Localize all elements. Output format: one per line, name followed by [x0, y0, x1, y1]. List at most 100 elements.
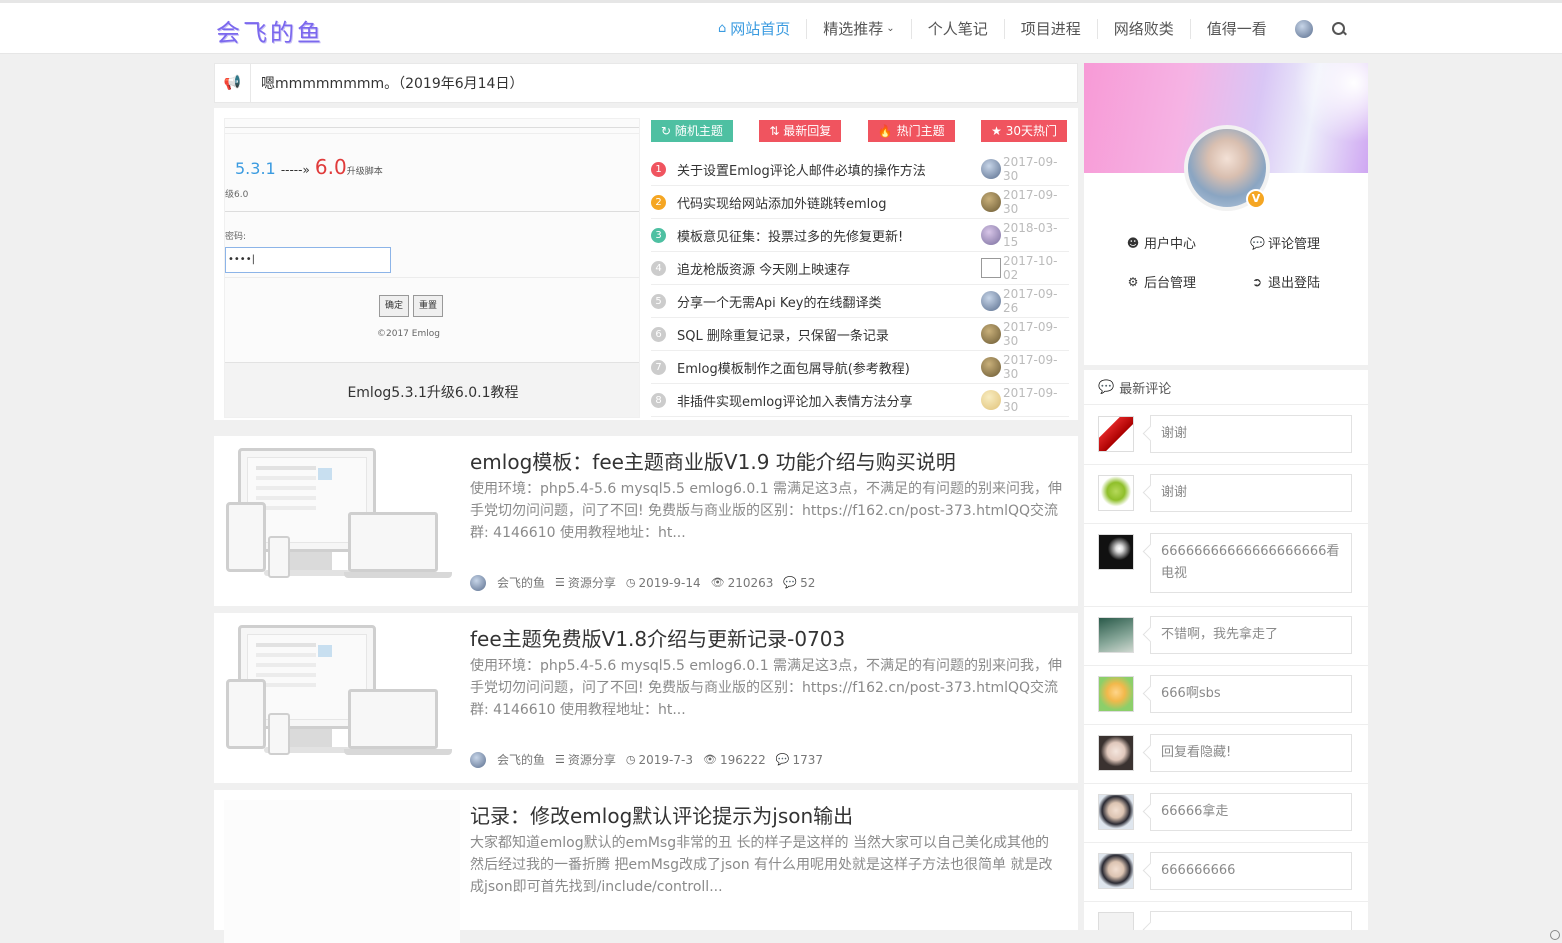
post-title[interactable]: emlog模板：fee主题商业版V1.9 功能介绍与购买说明 [470, 446, 956, 475]
laptop-illustration [348, 689, 438, 749]
hot-list-item[interactable]: 8 非插件实现emlog评论加入表情方法分享 2017-09-30 [651, 384, 1069, 417]
slide-line1: 级6.0 [225, 190, 249, 200]
post-thumbnail[interactable] [224, 800, 460, 943]
nav-item-notes[interactable]: 个人笔记 [912, 18, 1005, 39]
comment-item[interactable]: 谢谢 [1084, 406, 1368, 465]
post-card[interactable]: 记录：修改emlog默认评论提示为json输出 大家都知道emlog默认的emM… [214, 790, 1078, 943]
hot-item-date: 2017-09-30 [1003, 320, 1058, 348]
comment-item[interactable]: 谢谢 [1084, 465, 1368, 524]
post-excerpt: 使用环境：php5.4-5.6 mysql5.5 emlog6.0.1 需满足这… [470, 658, 1062, 718]
post-category[interactable]: ☰ 资源分享 [555, 751, 616, 768]
nav-item-scum[interactable]: 网络败类 [1098, 18, 1191, 39]
comment-text[interactable]: 回复看隐藏! [1150, 734, 1352, 772]
author-avatar [981, 192, 1001, 212]
hot-item-title[interactable]: 非插件实现emlog评论加入表情方法分享 [677, 391, 981, 410]
comment-item[interactable]: 666666666 [1084, 843, 1368, 902]
post-comments[interactable]: 💬 52 [783, 576, 815, 590]
admin-link[interactable]: ⚙ 后台管理 [1126, 272, 1196, 292]
hot-tabs: ↻ 随机主题 ⇅ 最新回复 🔥 热门主题 ★ 30天热门 [651, 120, 1067, 142]
comment-item[interactable]: 66666拿走 [1084, 784, 1368, 843]
tab-30day-hot[interactable]: ★ 30天热门 [981, 120, 1067, 142]
comment-item[interactable]: 不错啊，我先拿走了 [1084, 607, 1368, 666]
nav-item-featured[interactable]: 精选推荐 ⌄ [807, 18, 912, 39]
post-category[interactable]: ☰ 资源分享 [555, 574, 616, 591]
hot-list-item[interactable]: 7 Emlog模板制作之面包屑导航(参考教程) 2017-09-30 [651, 351, 1069, 384]
home-icon: ⌂ [718, 20, 727, 36]
commenter-avatar[interactable] [1098, 416, 1134, 452]
commenter-avatar[interactable] [1098, 617, 1134, 653]
commenter-avatar[interactable] [1098, 912, 1134, 930]
commenter-avatar[interactable] [1098, 853, 1134, 889]
post-title[interactable]: fee主题免费版V1.8介绍与更新记录-0703 [470, 623, 845, 652]
post-card[interactable]: emlog模板：fee主题商业版V1.9 功能介绍与购买说明 使用环境：php5… [214, 436, 1078, 606]
nav-item-worth-seeing[interactable]: 值得一看 [1191, 19, 1283, 39]
hot-list-item[interactable]: 6 SQL 删除重复记录，只保留一条记录 2017-09-30 [651, 318, 1069, 351]
post-date: ◷ 2019-9-14 [626, 576, 701, 590]
commenter-avatar[interactable] [1098, 676, 1134, 712]
hot-item-title[interactable]: Emlog模板制作之面包屑导航(参考教程) [677, 358, 981, 377]
comment-item[interactable]: 66666666666666666666看电视 [1084, 524, 1368, 607]
hot-item-title[interactable]: 代码实现给网站添加外链跳转emlog [677, 193, 981, 212]
featured-slider[interactable]: 5.3.1 -----» 6.0升级脚本 级6.0 密码: ••••| 确定 重… [224, 118, 640, 418]
slide-ver2: 6.0 [314, 155, 347, 179]
comment-text[interactable] [1150, 911, 1352, 930]
user-avatar[interactable] [1294, 19, 1313, 38]
slide-ver2-suffix: 升级脚本 [346, 167, 383, 177]
hot-item-title[interactable]: 关于设置Emlog评论人邮件必填的操作方法 [677, 160, 981, 179]
author-avatar[interactable] [470, 751, 486, 768]
author-avatar[interactable] [470, 574, 486, 591]
commenter-avatar[interactable] [1098, 534, 1134, 570]
commenter-avatar[interactable] [1098, 735, 1134, 771]
comment-manage-link[interactable]: 💬 评论管理 [1250, 233, 1320, 253]
slide-caption[interactable]: Emlog5.3.1升级6.0.1教程 [225, 362, 639, 417]
hot-item-date: 2018-03-15 [1003, 221, 1058, 249]
hot-list-item[interactable]: 2 代码实现给网站添加外链跳转emlog 2017-09-30 [651, 186, 1069, 219]
site-logo[interactable]: 会飞的鱼 [216, 13, 324, 48]
comment-item[interactable]: 回复看隐藏! [1084, 725, 1368, 784]
post-card[interactable]: fee主题免费版V1.8介绍与更新记录-0703 使用环境：php5.4-5.6… [214, 613, 1078, 783]
user-center-link[interactable]: ☻ 用户中心 [1126, 233, 1196, 253]
post-author[interactable]: 会飞的鱼 [497, 574, 545, 591]
tab-random[interactable]: ↻ 随机主题 [651, 120, 733, 142]
commenter-avatar[interactable] [1098, 475, 1134, 511]
comment-text[interactable]: 谢谢 [1150, 474, 1352, 512]
post-meta: 会飞的鱼 ☰ 资源分享 ◷ 2019-9-14 👁 210263 💬 52 [470, 574, 825, 591]
hot-item-title[interactable]: 分享一个无需Api Key的在线翻译类 [677, 292, 981, 311]
search-icon[interactable] [1331, 21, 1347, 37]
commenter-avatar[interactable] [1098, 794, 1134, 830]
hot-list-item[interactable]: 5 分享一个无需Api Key的在线翻译类 2017-09-26 [651, 285, 1069, 318]
nav-item-label: 个人笔记 [927, 19, 988, 38]
nav-item-label: 网站首页 [730, 19, 791, 38]
comment-text[interactable]: 666666666 [1150, 852, 1352, 890]
post-thumbnail[interactable] [224, 623, 460, 773]
post-views-label: 210263 [727, 575, 774, 590]
comment-item[interactable]: 666啊sbs [1084, 666, 1368, 725]
notice-text[interactable]: 嗯mmmmmmmm。（2019年6月14日） [251, 73, 523, 93]
hot-list-item[interactable]: 3 模板意见征集：投票过多的先修复更新! 2018-03-15 [651, 219, 1069, 252]
author-avatar [981, 225, 1001, 245]
hot-item-title[interactable]: 模板意见征集：投票过多的先修复更新! [677, 226, 981, 245]
post-meta: 会飞的鱼 ☰ 资源分享 ◷ 2019-7-3 👁 196222 💬 1737 [470, 751, 833, 768]
author-avatar [981, 390, 1001, 410]
nav-item-home[interactable]: ⌂ 网站首页 [702, 18, 808, 39]
post-author[interactable]: 会飞的鱼 [497, 751, 545, 768]
comment-text[interactable]: 不错啊，我先拿走了 [1150, 616, 1352, 654]
nav-item-projects[interactable]: 项目进程 [1005, 18, 1098, 39]
comment-item[interactable] [1084, 902, 1368, 930]
post-comments[interactable]: 💬 1737 [776, 753, 823, 767]
comments-title: 最新评论 [1119, 381, 1172, 397]
post-thumbnail[interactable] [224, 446, 460, 596]
hot-item-title[interactable]: SQL 删除重复记录，只保留一条记录 [677, 325, 981, 344]
hot-list-item[interactable]: 4 追龙枪版资源 今天刚上映速存 2017-10-02 [651, 252, 1069, 285]
comment-text[interactable]: 66666拿走 [1150, 793, 1352, 831]
tab-hot[interactable]: 🔥 热门主题 [867, 120, 955, 142]
hot-item-title[interactable]: 追龙枪版资源 今天刚上映速存 [677, 259, 981, 278]
comment-text[interactable]: 谢谢 [1150, 415, 1352, 453]
post-title[interactable]: 记录：修改emlog默认评论提示为json输出 [470, 800, 853, 829]
tab-latest-reply[interactable]: ⇅ 最新回复 [759, 120, 842, 142]
comment-text[interactable]: 666啊sbs [1150, 675, 1352, 713]
comment-text[interactable]: 66666666666666666666看电视 [1150, 533, 1352, 593]
hot-list-item[interactable]: 1 关于设置Emlog评论人邮件必填的操作方法 2017-09-30 [651, 153, 1069, 186]
logout-link[interactable]: ➲ 退出登陆 [1250, 272, 1320, 292]
divider [225, 211, 639, 212]
